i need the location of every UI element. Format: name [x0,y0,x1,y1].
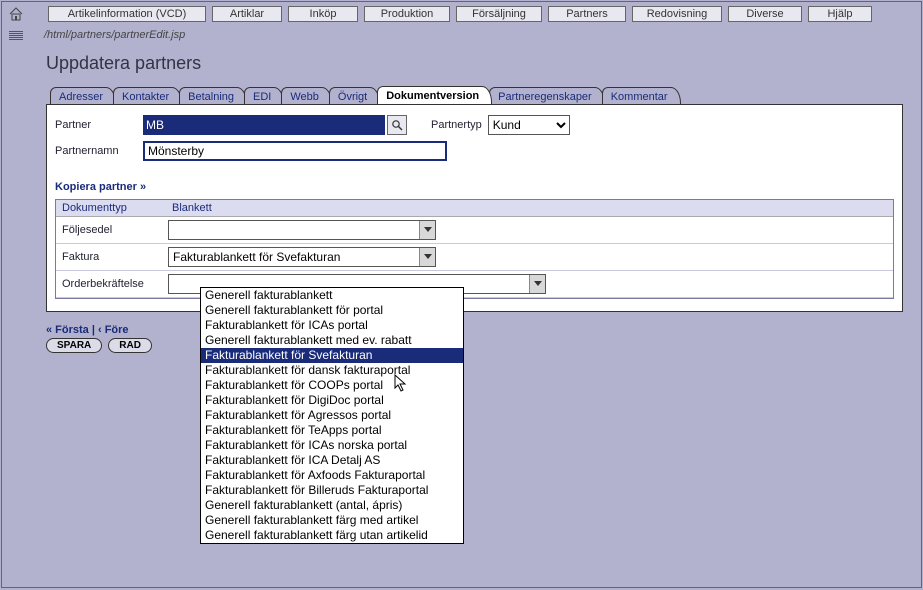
partnernamn-input[interactable] [143,141,447,161]
dropdown-option[interactable]: Generell fakturablankett för portal [201,303,463,318]
partnernamn-label: Partnernamn [55,145,143,157]
copy-partner-link[interactable]: Kopiera partner » [55,173,146,195]
page-title: Uppdatera partners [2,49,921,84]
dropdown-option[interactable]: Fakturablankett för Svefakturan [201,348,463,363]
tab-betalning[interactable]: Betalning [179,87,247,104]
pager[interactable]: « Första | ‹ Före [46,324,903,336]
dropdown-option[interactable]: Fakturablankett för ICAs norska portal [201,438,463,453]
dropdown-option[interactable]: Fakturablankett för Billeruds Fakturapor… [201,483,463,498]
tab-kommentar[interactable]: Kommentar [602,87,681,104]
nav-produktion[interactable]: Produktion [364,6,450,22]
dropdown-option[interactable]: Fakturablankett för COOPs portal [201,378,463,393]
grid-row: FakturaFakturablankett för Svefakturan [56,244,893,271]
dropdown-option[interactable]: Fakturablankett för DigiDoc portal [201,393,463,408]
tab-webb[interactable]: Webb [281,87,332,104]
grid-row-label: Orderbekräftelse [56,278,166,290]
nav-ink-p[interactable]: Inköp [288,6,358,22]
partnertyp-select[interactable]: Kund [488,115,570,135]
blankett-select-0[interactable] [168,220,436,240]
chevron-down-icon[interactable] [419,248,435,266]
nav-partners[interactable]: Partners [548,6,626,22]
nav-diverse[interactable]: Diverse [728,6,802,22]
nav-artikelinformation-vcd-[interactable]: Artikelinformation (VCD) [48,6,206,22]
partner-input[interactable] [143,115,385,135]
chevron-down-icon[interactable] [419,221,435,239]
grip-icon [6,31,26,40]
partnertyp-label: Partnertyp [431,119,482,131]
document-grid: Dokumenttyp Blankett Följesedel FakturaFa… [55,199,894,299]
tab-kontakter[interactable]: Kontakter [113,87,182,104]
tab--vrigt[interactable]: Övrigt [329,87,380,104]
tab-adresser[interactable]: Adresser [50,87,116,104]
dropdown-option[interactable]: Fakturablankett för Agressos portal [201,408,463,423]
dropdown-option[interactable]: Fakturablankett för TeApps portal [201,423,463,438]
dropdown-option[interactable]: Generell fakturablankett färg med artike… [201,513,463,528]
dropdown-option[interactable]: Generell fakturablankett [201,288,463,303]
nav-f-rs-ljning[interactable]: Försäljning [456,6,542,22]
blankett-select-value: Fakturablankett för Svefakturan [169,250,419,264]
partner-lookup-button[interactable] [387,115,407,135]
faktura-dropdown-list[interactable]: Generell fakturablankettGenerell faktura… [200,287,464,544]
tab-partneregenskaper[interactable]: Partneregenskaper [489,87,605,104]
dropdown-option[interactable]: Fakturablankett för ICA Detalj AS [201,453,463,468]
nav-artiklar[interactable]: Artiklar [212,6,282,22]
nav-redovisning[interactable]: Redovisning [632,6,722,22]
blankett-select-1[interactable]: Fakturablankett för Svefakturan [168,247,436,267]
main-panel: Partner MB Partnertyp Kund Partnernamn K… [46,104,903,312]
home-icon[interactable] [6,5,26,23]
grid-row: Orderbekräftelse [56,271,893,298]
tab-edi[interactable]: EDI [244,87,284,104]
grid-row-label: Följesedel [56,224,166,236]
breadcrumb: /html/partners/partnerEdit.jsp [44,29,185,41]
grid-header-blankett: Blankett [166,200,893,216]
tab-dokumentversion[interactable]: Dokumentversion [377,86,492,104]
dropdown-option[interactable]: Fakturablankett för Axfoods Fakturaporta… [201,468,463,483]
save-button[interactable]: SPARA [46,338,102,353]
chevron-down-icon[interactable] [529,275,545,293]
delete-button[interactable]: RAD [108,338,152,353]
dropdown-option[interactable]: Generell fakturablankett med ev. rabatt [201,333,463,348]
dropdown-option[interactable]: Fakturablankett för ICAs portal [201,318,463,333]
dropdown-option[interactable]: Fakturablankett för dansk fakturaportal [201,363,463,378]
partner-label: Partner [55,119,143,131]
grid-row-label: Faktura [56,251,166,263]
grid-row: Följesedel [56,217,893,244]
grid-header-dokumenttyp: Dokumenttyp [56,200,166,216]
nav-hj-lp[interactable]: Hjälp [808,6,872,22]
dropdown-option[interactable]: Generell fakturablankett (antal, ápris) [201,498,463,513]
dropdown-option[interactable]: Generell fakturablankett färg utan artik… [201,528,463,543]
